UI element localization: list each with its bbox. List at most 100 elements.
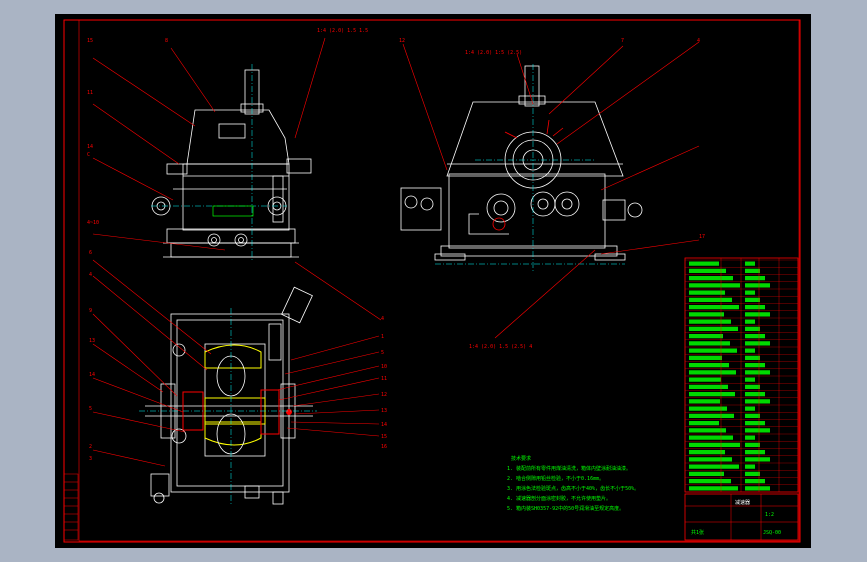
balloon-top-1: 8 [165,38,168,44]
parts-row-text [745,428,770,433]
revision-block [63,473,79,541]
tech-note-line: 2. 啮合侧隙用铅丝检验，不小于0.16mm。 [507,475,604,482]
parts-row-text [745,305,765,310]
parts-row-text [689,413,734,418]
parts-row-text [689,479,731,484]
balloon-top-3: 7 [621,38,624,44]
balloon-plan-left-2: 4 [89,272,92,278]
parts-row-text [689,450,725,455]
side-view [400,65,643,261]
balloon-plan-right-3: 5 [381,350,384,356]
parts-row-text [745,399,770,404]
parts-row-text [745,334,765,339]
parts-row-text [689,363,729,368]
parts-row-text [689,464,739,469]
balloon-plan-left-6: 5 [89,406,92,412]
gear-section [182,344,292,455]
parts-row-text [745,348,755,353]
tech-notes-title: 技术要求 [511,455,531,462]
balloon-plan-left-1: 6 [89,250,92,256]
parts-row-text [745,355,760,360]
title-block-scale: 1:2 [765,512,774,518]
parts-row-text [745,276,765,281]
cad-drawing: 1:4 (2.0) 1.5 1.5 1:4 (2.0) 1:5 (2.5) 1:… [63,19,801,543]
parts-row-text [745,479,765,484]
tech-note-line: 5. 箱内装SH0357-92中的50号润滑油至规定高度。 [507,505,624,512]
balloon-left-5: 4~10 [87,220,99,226]
parts-row-text [689,276,733,281]
balloon-left-1: 15 [87,38,93,44]
parts-row-text [745,435,755,440]
parts-row-text [745,341,770,346]
parts-row-text [689,406,727,411]
parts-row-text [745,268,760,273]
parts-row-text [745,442,760,447]
parts-row-text [689,261,719,266]
parts-row-text [745,421,765,426]
balloon-plan-right-8: 14 [381,422,387,428]
balloon-plan-left-7: 2 [89,444,92,450]
parts-row-text [689,392,735,397]
balloon-top-2: 12 [399,38,405,44]
parts-row-text [745,486,770,491]
balloon-plan-right-10: 16 [381,444,387,450]
tech-note-line: 4. 减速器剖分面涂密封胶，不允许使用垫片。 [507,495,611,502]
balloons: 15 11 14 C 4~10 8 12 7 4 6 4 9 13 14 5 2… [87,38,705,462]
parts-row-text [745,363,765,368]
nameplate [212,205,254,217]
tech-note-line: 3. 用涂色法检验斑点，齿高不小于40%，齿长不小于50%。 [507,485,639,492]
tech-note-line: 1. 装配前所有零件用煤油清洗，箱体内壁涂耐油油漆。 [507,465,631,472]
outer-border [63,19,801,543]
parts-row-text [689,341,730,346]
parts-row-text [745,384,760,389]
title-block: 减速器 1:2 JSQ-00 共1张 [684,493,799,541]
parts-row-text [689,370,736,375]
parts-row-text [689,312,724,317]
parts-row-text [689,290,725,295]
balloon-plan-right-7: 13 [381,408,387,414]
parts-row-text [745,406,755,411]
front-view [151,69,312,258]
parts-row-text [745,377,755,382]
balloon-plan-right-6: 12 [381,392,387,398]
parts-row-text [745,464,755,469]
side-bottom-label: 1:4 (2.0) 1.5 (2.5) 4 [469,344,532,350]
leader-lines [92,37,700,467]
parts-list [684,257,799,493]
drawing-frame: 1:4 (2.0) 1.5 1.5 1:4 (2.0) 1:5 (2.5) 1:… [55,14,811,548]
parts-row-text [745,392,765,397]
title-block-drawing-no: JSQ-00 [763,530,781,536]
parts-row-text [745,471,760,476]
balloon-plan-right-9: 15 [381,434,387,440]
parts-row-text [689,471,724,476]
parts-row-text [689,319,731,324]
parts-row-text [745,413,760,418]
balloon-plan-right-1: 4 [381,316,384,322]
parts-row-text [689,348,737,353]
parts-row-text [745,283,770,288]
balloon-top-4: 4 [697,38,700,44]
balloon-plan-left-4: 13 [89,338,95,344]
parts-row-text [745,370,770,375]
parts-row-text [689,421,719,426]
parts-row-text [689,428,726,433]
title-block-title: 减速器 [735,499,750,506]
parts-row-text [689,442,740,447]
parts-row-text [745,261,755,266]
parts-row-text [745,290,755,295]
parts-row-text [689,399,720,404]
side-view-label: 1:4 (2.0) 1:5 (2.5) [465,50,522,56]
parts-row-text [689,457,732,462]
balloon-plan-right-2: 1 [381,334,384,340]
parts-row-text [745,297,760,302]
parts-row-text [745,326,760,331]
balloon-plan-left-5: 14 [89,372,95,378]
balloon-plan-right-4: 10 [381,364,387,370]
tech-notes: 技术要求 1. 装配前所有零件用煤油清洗，箱体内壁涂耐油油漆。 2. 啮合侧隙用… [507,455,639,512]
balloon-left-3: 14 [87,144,93,150]
parts-row-text [689,377,721,382]
parts-row-text [689,283,740,288]
parts-row-text [689,355,722,360]
balloon-left-4: C [87,152,90,158]
parts-row-text [689,384,728,389]
